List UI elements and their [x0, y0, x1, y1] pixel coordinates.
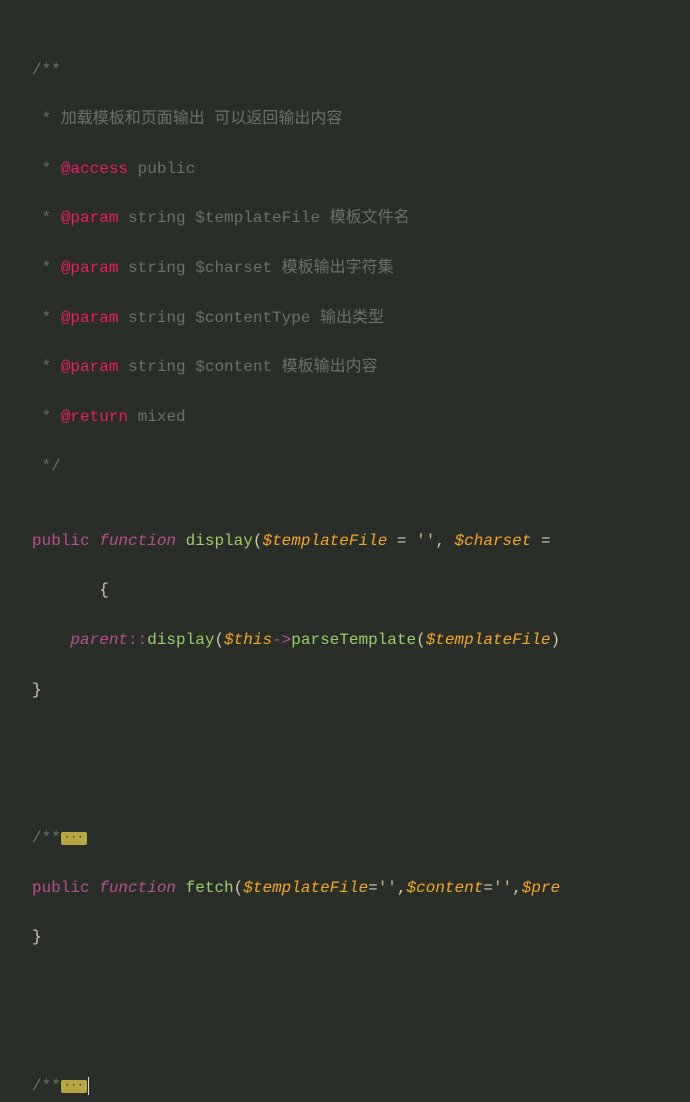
docblock-line: * @param string $charset 模板输出字符集: [8, 256, 690, 281]
docblock-folded: /**···: [8, 1074, 690, 1099]
docblock-line: * @param string $templateFile 模板文件名: [8, 206, 690, 231]
function-body-line: parent::display($this->parseTemplate($te…: [8, 628, 690, 653]
docblock-line: * @param string $contentType 输出类型: [8, 306, 690, 331]
fold-marker-icon[interactable]: ···: [61, 1080, 87, 1093]
docblock-line: /**: [8, 58, 690, 83]
code-editor[interactable]: /** * 加载模板和页面输出 可以返回输出内容 * @access publi…: [0, 0, 690, 1102]
docblock-line: * @access public: [8, 157, 690, 182]
close-brace: }: [8, 678, 690, 703]
docblock-folded: /**···: [8, 826, 690, 851]
docblock-line: * @return mixed: [8, 405, 690, 430]
open-brace: {: [8, 578, 690, 603]
close-brace: }: [8, 925, 690, 950]
docblock-line: */: [8, 454, 690, 479]
function-signature-display: public function display($templateFile = …: [8, 529, 690, 554]
blank-line: [8, 752, 690, 777]
text-cursor: [88, 1077, 89, 1095]
docblock-line: * 加载模板和页面输出 可以返回输出内容: [8, 107, 690, 132]
docblock-line: * @param string $content 模板输出内容: [8, 355, 690, 380]
fold-marker-icon[interactable]: ···: [61, 832, 87, 845]
function-signature-fetch: public function fetch($templateFile='',$…: [8, 876, 690, 901]
blank-line: [8, 1000, 690, 1025]
